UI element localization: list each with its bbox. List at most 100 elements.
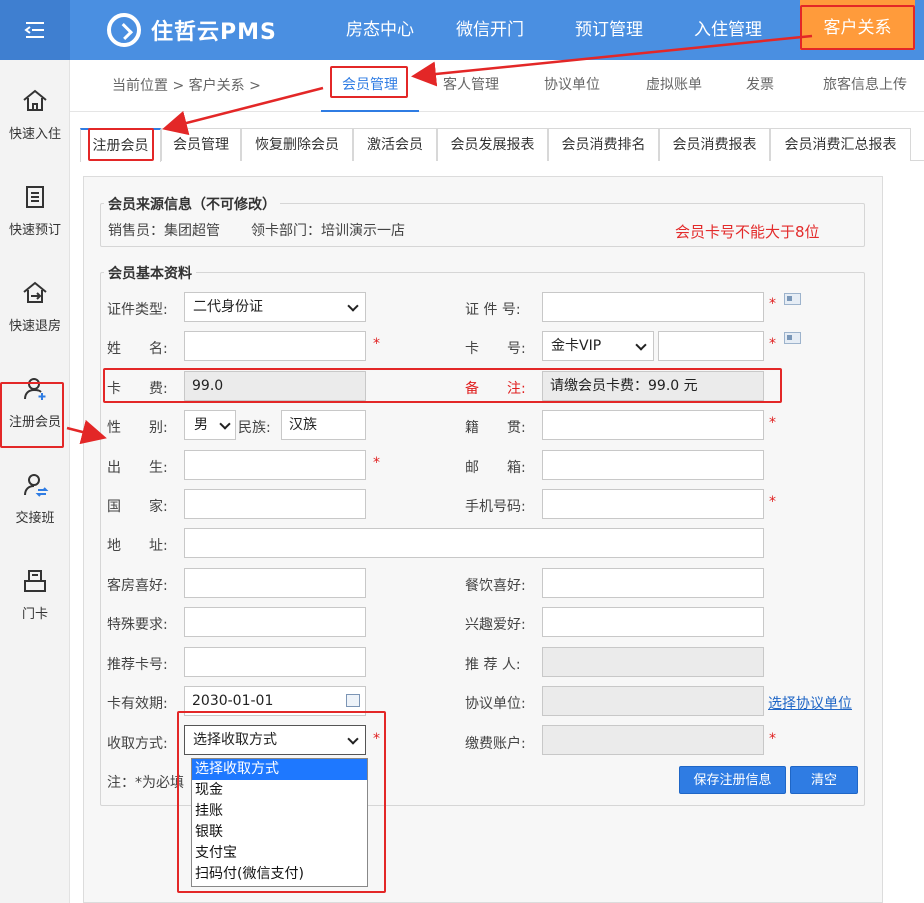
agreement-input[interactable] — [542, 686, 764, 716]
food-pref-label: 餐饮喜好: — [465, 578, 526, 594]
tab-register-member[interactable]: 注册会员 — [80, 128, 161, 162]
ref-card-input[interactable] — [184, 647, 366, 677]
id-type-select[interactable]: 二代身份证 — [184, 292, 366, 322]
topnav-checkin[interactable]: 入住管理 — [668, 0, 788, 60]
food-pref-input[interactable] — [542, 568, 764, 598]
checkout-icon — [23, 281, 47, 303]
id-no-input[interactable] — [542, 292, 764, 322]
card-type-select[interactable]: 金卡VIP — [542, 331, 654, 361]
ethnic-label: 民族: — [238, 420, 271, 436]
subnav-agreement-unit[interactable]: 协议单位 — [525, 60, 619, 110]
card-fee-label: 卡 费: — [107, 381, 168, 397]
card-fee-input[interactable]: 99.0 — [184, 371, 366, 401]
topnav-room-status[interactable]: 房态中心 — [330, 0, 430, 60]
required-mark: * — [769, 494, 776, 510]
subnav-virtual-bill[interactable]: 虚拟账单 — [627, 60, 721, 110]
required-mark: * — [373, 731, 380, 747]
payment-option[interactable]: 支付宝 — [192, 843, 367, 864]
sidebar-item-register-member[interactable]: 注册会员 — [0, 354, 70, 450]
payment-option[interactable]: 挂账 — [192, 801, 367, 822]
sidebar-label: 快速退房 — [8, 318, 61, 334]
tab-member-spend-rank[interactable]: 会员消费排名 — [548, 128, 659, 161]
sidebar-label: 注册会员 — [8, 414, 61, 430]
card-no-label: 卡 号: — [465, 341, 526, 357]
subnav-invoice[interactable]: 发票 — [735, 60, 785, 110]
payment-option[interactable]: 现金 — [192, 780, 367, 801]
gender-select[interactable]: 男 — [184, 410, 236, 440]
card-reader-icon[interactable] — [784, 332, 801, 344]
required-mark: * — [769, 336, 776, 352]
payment-option[interactable]: 银联 — [192, 822, 367, 843]
save-button[interactable]: 保存注册信息 — [679, 766, 786, 794]
card-no-input[interactable] — [658, 331, 764, 361]
card-dept-text: 领卡部门：培训演示一店 — [251, 223, 405, 239]
address-input[interactable] — [184, 528, 764, 558]
expiry-input[interactable]: 2030-01-01 — [184, 686, 366, 716]
basic-info-legend: 会员基本资料 — [104, 263, 196, 283]
tab-member-spend-summary[interactable]: 会员消费汇总报表 — [770, 128, 911, 161]
name-input[interactable] — [184, 331, 366, 361]
ethnic-input[interactable]: 汉族 — [281, 410, 366, 440]
subnav-member-mgmt[interactable]: 会员管理 — [321, 60, 419, 112]
topnav-wechat-door[interactable]: 微信开门 — [430, 0, 550, 60]
special-req-input[interactable] — [184, 607, 366, 637]
salesperson-text: 销售员：集团超管 — [108, 223, 220, 239]
topnav-booking[interactable]: 预订管理 — [550, 0, 668, 60]
doc-icon — [26, 185, 44, 208]
menu-toggle-button[interactable] — [0, 0, 70, 60]
payment-option[interactable]: 选择收取方式 — [192, 759, 367, 780]
payment-value: 选择收取方式 — [193, 732, 277, 748]
menu-collapse-icon — [24, 22, 44, 38]
remark-input[interactable]: 请缴会员卡费：99.0 元 — [542, 371, 764, 401]
birth-input[interactable] — [184, 450, 366, 480]
chevron-down-icon — [635, 339, 647, 351]
native-place-input[interactable] — [542, 410, 764, 440]
tab-member-mgmt[interactable]: 会员管理 — [161, 128, 241, 161]
sidebar-label: 门卡 — [21, 606, 48, 622]
name-label: 姓 名: — [107, 341, 168, 357]
referrer-input[interactable] — [542, 647, 764, 677]
top-bar: 住哲云PMS 房态中心 微信开门 预订管理 入住管理 客户关系 — [0, 0, 924, 60]
gender-value: 男 — [194, 417, 208, 433]
payment-select[interactable]: 选择收取方式 — [184, 725, 366, 755]
mobile-input[interactable] — [542, 489, 764, 519]
payment-label: 收取方式: — [107, 736, 168, 752]
tab-restore-member[interactable]: 恢复删除会员 — [241, 128, 353, 161]
pay-account-input[interactable] — [542, 725, 764, 755]
logo-icon — [107, 13, 141, 47]
tab-member-spend-report[interactable]: 会员消费报表 — [659, 128, 770, 161]
agreement-label: 协议单位: — [465, 696, 526, 712]
clear-button[interactable]: 清空 — [790, 766, 858, 794]
id-type-label: 证件类型: — [107, 302, 168, 318]
user-swap-icon — [24, 473, 49, 497]
sidebar: 快速入住 快速预订 快速退房 注册会员 交接班 门卡 — [0, 60, 70, 903]
payment-option[interactable]: 扫码付(微信支付) — [192, 864, 367, 885]
required-mark: * — [769, 415, 776, 431]
tab-member-growth-report[interactable]: 会员发展报表 — [437, 128, 548, 161]
tab-activate-member[interactable]: 激活会员 — [353, 128, 437, 161]
subnav-guest-mgmt[interactable]: 客人管理 — [423, 60, 519, 110]
hobby-input[interactable] — [542, 607, 764, 637]
required-mark: * — [373, 455, 380, 471]
breadcrumb: 当前位置 > 客户关系 > — [112, 78, 261, 94]
id-reader-icon[interactable] — [784, 293, 801, 305]
subnav-guest-upload[interactable]: 旅客信息上传 — [815, 60, 915, 110]
sidebar-item-quick-booking[interactable]: 快速预订 — [0, 162, 70, 258]
hobby-label: 兴趣爱好: — [465, 617, 526, 633]
native-place-label: 籍 贯: — [465, 420, 526, 436]
select-agreement-link[interactable]: 选择协议单位 — [768, 693, 852, 713]
sidebar-item-quick-checkout[interactable]: 快速退房 — [0, 258, 70, 354]
email-input[interactable] — [542, 450, 764, 480]
sidebar-item-shift-handover[interactable]: 交接班 — [0, 450, 70, 546]
id-no-label: 证 件 号: — [465, 302, 521, 318]
member-tabs: 注册会员 会员管理 恢复删除会员 激活会员 会员发展报表 会员消费排名 会员消费… — [80, 128, 924, 162]
country-input[interactable] — [184, 489, 366, 519]
room-pref-input[interactable] — [184, 568, 366, 598]
sidebar-item-quick-checkin[interactable]: 快速入住 — [0, 66, 70, 162]
calendar-icon[interactable] — [346, 694, 360, 707]
sidebar-item-door-card[interactable]: 门卡 — [0, 546, 70, 642]
topnav-crm[interactable]: 客户关系 — [800, 0, 915, 50]
room-pref-label: 客房喜好: — [107, 578, 168, 594]
id-type-value: 二代身份证 — [193, 299, 263, 315]
source-info-legend: 会员来源信息（不可修改） — [104, 194, 280, 214]
